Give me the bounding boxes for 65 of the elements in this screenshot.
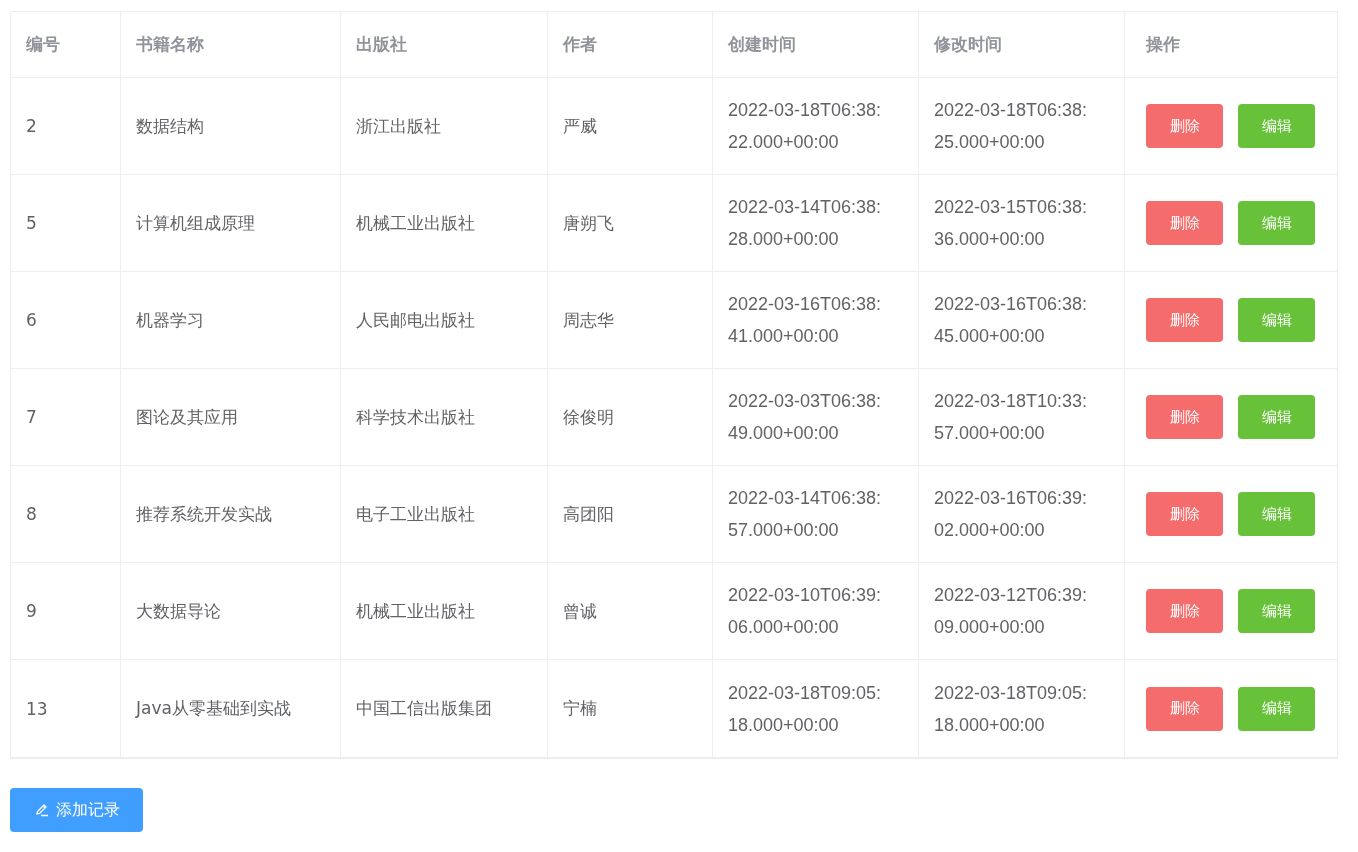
author-cell: 周志华 (563, 308, 614, 332)
modified-time-cell-text: 2022-03-18T06:38:25.000+00:00 (934, 99, 1089, 154)
edit-button[interactable]: 编辑 (1238, 104, 1315, 148)
edit-button[interactable]: 编辑 (1238, 686, 1315, 731)
id-cell: 6 (26, 310, 37, 330)
author-cell: 唐朔飞 (563, 211, 614, 235)
edit-button[interactable]: 编辑 (1238, 395, 1315, 439)
publisher-cell: 中国工信出版集团 (356, 697, 492, 720)
column-header: 操作 (1146, 33, 1180, 56)
column-header: 作者 (563, 33, 597, 56)
author-cell: 宁楠 (563, 697, 597, 720)
publisher-cell: 浙江出版社 (356, 114, 441, 138)
author-cell: 高团阳 (563, 502, 614, 526)
title-cell: 图论及其应用 (136, 405, 238, 429)
edit-button[interactable]: 编辑 (1238, 201, 1315, 245)
id-cell: 9 (26, 601, 37, 621)
delete-button[interactable]: 删除 (1146, 492, 1223, 536)
created-time-cell-text: 2022-03-18T06:38:22.000+00:00 (728, 99, 883, 154)
created-time-cell-text: 2022-03-10T06:39:06.000+00:00 (728, 584, 883, 639)
created-time-cell-text: 2022-03-16T06:38:41.000+00:00 (728, 293, 883, 348)
delete-button[interactable]: 删除 (1146, 104, 1223, 148)
id-cell: 7 (26, 407, 37, 427)
edit-button[interactable]: 编辑 (1238, 492, 1315, 536)
modified-time-cell-text: 2022-03-18T10:33:57.000+00:00 (934, 390, 1089, 445)
author-cell: 严威 (563, 114, 597, 138)
created-time-cell-text: 2022-03-18T09:05:18.000+00:00 (728, 681, 883, 737)
modified-time-cell-text: 2022-03-15T06:38:36.000+00:00 (934, 196, 1089, 251)
column-header: 出版社 (356, 33, 407, 56)
author-cell: 徐俊明 (563, 405, 614, 429)
publisher-cell: 科学技术出版社 (356, 405, 475, 429)
publisher-cell: 人民邮电出版社 (356, 308, 475, 332)
delete-button[interactable]: 删除 (1146, 298, 1223, 342)
publisher-cell: 机械工业出版社 (356, 211, 475, 235)
title-cell: 机器学习 (136, 308, 204, 332)
delete-button[interactable]: 删除 (1146, 201, 1223, 245)
column-header: 书籍名称 (136, 33, 204, 56)
id-cell: 13 (26, 698, 48, 719)
title-cell: 推荐系统开发实战 (136, 502, 272, 526)
column-header: 修改时间 (934, 33, 1002, 56)
publisher-cell: 电子工业出版社 (356, 502, 475, 526)
modified-time-cell-text: 2022-03-18T09:05:18.000+00:00 (934, 681, 1089, 737)
created-time-cell-text: 2022-03-14T06:38:28.000+00:00 (728, 196, 883, 251)
title-cell: Java从零基础到实战 (136, 697, 291, 720)
id-cell: 2 (26, 116, 37, 136)
column-header: 创建时间 (728, 33, 796, 56)
created-time-cell-text: 2022-03-14T06:38:57.000+00:00 (728, 487, 883, 542)
column-header: 编号 (26, 33, 60, 56)
add-record-button[interactable]: 添加记录 (10, 788, 143, 832)
modified-time-cell-text: 2022-03-16T06:38:45.000+00:00 (934, 293, 1089, 348)
title-cell: 数据结构 (136, 114, 204, 138)
delete-button[interactable]: 删除 (1146, 686, 1223, 731)
modified-time-cell-text: 2022-03-16T06:39:02.000+00:00 (934, 487, 1089, 542)
edit-button[interactable]: 编辑 (1238, 298, 1315, 342)
author-cell: 曾诚 (563, 599, 597, 623)
delete-button[interactable]: 删除 (1146, 395, 1223, 439)
edit-button[interactable]: 编辑 (1238, 589, 1315, 633)
id-cell: 8 (26, 504, 37, 524)
created-time-cell-text: 2022-03-03T06:38:49.000+00:00 (728, 390, 883, 445)
title-cell: 计算机组成原理 (136, 211, 255, 235)
delete-button[interactable]: 删除 (1146, 589, 1223, 633)
id-cell: 5 (26, 213, 37, 233)
pencil-icon (33, 802, 50, 818)
title-cell: 大数据导论 (136, 599, 221, 623)
publisher-cell: 机械工业出版社 (356, 599, 475, 623)
modified-time-cell-text: 2022-03-12T06:39:09.000+00:00 (934, 584, 1089, 639)
